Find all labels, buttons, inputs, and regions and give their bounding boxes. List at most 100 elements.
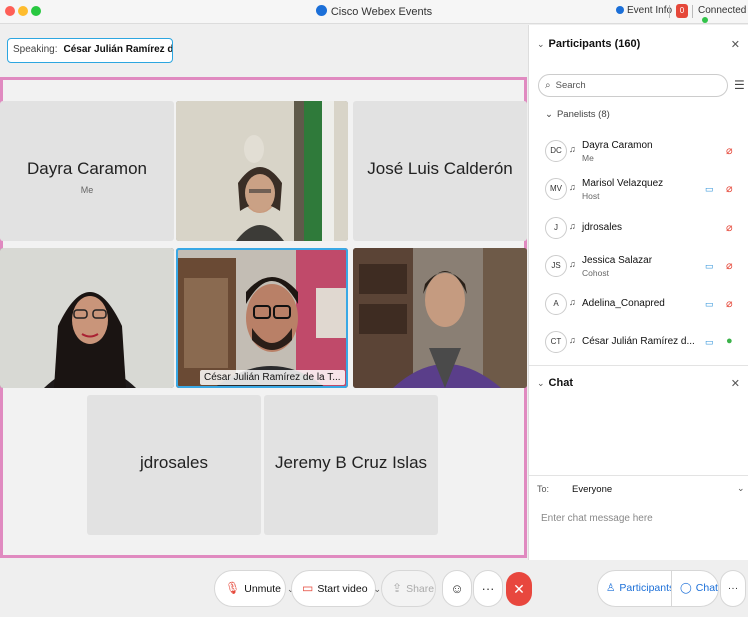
connection-status-text: Connected [698, 5, 747, 16]
search-placeholder: Search [555, 80, 586, 91]
video-camera-icon: ▭ [705, 184, 714, 194]
video-camera-icon: ▭ [705, 299, 714, 309]
video-tile-jeremy[interactable]: Jeremy B Cruz Islas [264, 395, 438, 535]
participant-name: César Julián Ramírez d... [582, 336, 695, 347]
panelists-group-header[interactable]: ⌄ Panelists (8) [545, 109, 610, 120]
panelists-label: Panelists (8) [556, 109, 610, 120]
video-camera-icon: ▭ [705, 261, 714, 271]
title-bar: Cisco Webex Events Event Info 0 Connecte… [0, 0, 748, 24]
more-options-button[interactable]: ··· [473, 570, 503, 607]
event-info-button[interactable]: Event Info [616, 5, 672, 16]
mic-muted-icon[interactable]: ⌀ [726, 221, 733, 234]
video-tile-jdrosales[interactable]: jdrosales [87, 395, 261, 535]
recording-icon[interactable]: 0 [676, 4, 688, 18]
tile-sub: Me [80, 185, 94, 195]
headset-icon: ♫ [569, 259, 576, 269]
chat-header[interactable]: ⌄ Chat [537, 377, 573, 389]
tile-name: jdrosales [139, 453, 209, 472]
chevron-down-icon[interactable]: ⌄ [374, 572, 382, 607]
share-button[interactable]: ⇪ Share [381, 570, 436, 607]
participants-panel-button[interactable]: ♙ Participants [597, 570, 675, 607]
event-info-label: Event Info [627, 5, 673, 16]
participant-name: jdrosales [582, 222, 623, 233]
video-tile-cesar-julian[interactable]: César Julián Ramírez de la T... [176, 248, 348, 388]
end-meeting-button[interactable]: ✕ [506, 572, 532, 606]
connected-dot-icon [702, 17, 708, 23]
headset-icon: ♫ [569, 221, 576, 231]
chat-title: Chat [548, 377, 573, 389]
video-tile-dayra[interactable]: Dayra Caramon Me [0, 101, 174, 241]
separator [692, 5, 693, 18]
reactions-button[interactable]: ☺ [442, 570, 472, 607]
chevron-down-icon[interactable]: ⌄ [737, 483, 745, 494]
participant-row[interactable]: A ♫ Adelina_Conapred ▭ ⌀ [545, 291, 745, 321]
search-icon: ⌕ [545, 80, 551, 91]
participant-video [0, 248, 174, 388]
chevron-down-icon: ⌄ [537, 39, 545, 49]
mic-muted-icon[interactable]: ⌀ [726, 144, 733, 157]
video-stage: Dayra Caramon Me José Luis Calderón Césa… [0, 77, 527, 558]
panel-more-button[interactable]: ··· [720, 570, 746, 607]
participant-name: Jessica Salazar [582, 255, 653, 266]
chevron-down-icon: ⌄ [537, 378, 545, 388]
video-off-icon: ▭ [302, 581, 314, 595]
participant-name: Adelina_Conapred [582, 298, 665, 309]
participant-row[interactable]: CT ♫ César Julián Ramírez d... ▭ ● [545, 329, 745, 359]
start-video-label: Start video [317, 583, 368, 595]
chevron-down-icon: ⌄ [545, 109, 553, 120]
share-icon: ⇪ [392, 581, 403, 595]
participants-label: Participants [619, 582, 675, 594]
speaking-label: Speaking: [13, 44, 58, 55]
close-icon: ✕ [513, 581, 525, 597]
webex-logo-icon [315, 5, 327, 16]
speaking-name: César Julián Ramírez de la... [63, 44, 173, 55]
participant-search-input[interactable]: ⌕ Search [538, 74, 728, 97]
participant-row[interactable]: MV ♫ Marisol Velazquez Host ▭ ⌀ [545, 176, 745, 206]
participant-role: Host [582, 191, 600, 201]
more-icon: ··· [481, 581, 495, 596]
avatar: DC [545, 140, 567, 162]
chat-recipient-select[interactable]: Everyone [572, 484, 612, 495]
participant-video [176, 248, 348, 388]
mic-on-icon[interactable]: ● [726, 335, 733, 347]
participant-row[interactable]: DC ♫ Dayra Caramon Me ⌀ [545, 138, 745, 168]
participant-row[interactable]: JS ♫ Jessica Salazar Cohost ▭ ⌀ [545, 253, 745, 283]
share-label: Share [406, 583, 435, 595]
chat-to-label: To: [537, 484, 550, 494]
participant-row[interactable]: J ♫ jdrosales ⌀ [545, 215, 745, 245]
participant-name: Dayra Caramon [582, 140, 653, 151]
mic-muted-icon[interactable]: ⌀ [726, 182, 733, 195]
sort-list-icon[interactable]: ☰ [734, 78, 745, 92]
chat-label: Chat [695, 582, 718, 594]
video-tile-participant-2[interactable] [176, 101, 348, 241]
chat-panel-button[interactable]: ◯ Chat [671, 570, 719, 607]
avatar: A [545, 293, 567, 315]
video-tile-jose-luis[interactable]: José Luis Calderón [353, 101, 527, 241]
video-tile-participant-4[interactable] [0, 248, 174, 388]
tile-name-tag: César Julián Ramírez de la T... [200, 370, 345, 385]
mic-muted-icon[interactable]: ⌀ [726, 259, 733, 272]
unmute-label: Unmute [244, 583, 281, 595]
chat-message-input[interactable]: Enter chat message here [541, 513, 653, 524]
close-chat-button[interactable]: ✕ [731, 377, 740, 390]
participant-video [176, 101, 348, 241]
participant-video [353, 248, 527, 388]
chat-bubble-icon: ◯ [680, 582, 692, 594]
start-video-button[interactable]: ▭ Start video ⌄ [291, 570, 381, 607]
connection-status: Connected [698, 5, 748, 27]
unmute-button[interactable]: 🎙Unmute⌄ [214, 570, 295, 607]
avatar: CT [545, 331, 567, 353]
separator [669, 5, 670, 18]
mic-muted-icon[interactable]: ⌀ [726, 297, 733, 310]
info-icon [616, 6, 624, 14]
participants-title: Participants (160) [548, 38, 641, 50]
participant-role: Me [582, 153, 594, 163]
close-participants-button[interactable]: ✕ [731, 38, 740, 51]
avatar: MV [545, 178, 567, 200]
divider [529, 365, 748, 366]
participant-name: Marisol Velazquez [582, 178, 664, 189]
smiley-icon: ☺ [450, 581, 464, 596]
speaking-indicator: Speaking: César Julián Ramírez de la... [7, 38, 173, 63]
video-tile-participant-6[interactable] [353, 248, 527, 388]
participants-header[interactable]: ⌄ Participants (160) [537, 38, 640, 50]
